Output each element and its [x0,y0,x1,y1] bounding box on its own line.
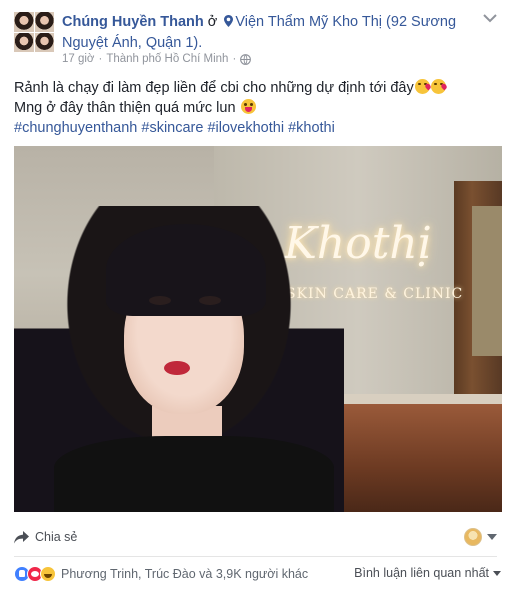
avatar-tile [14,32,34,52]
comment-sort-label: Bình luận liên quan nhất [354,566,489,580]
photo-person-bangs [106,224,266,316]
divider [14,556,497,557]
post-line-1: Rảnh là chạy đi làm đẹp liền để cbi cho … [14,78,494,98]
chevron-down-icon[interactable] [483,13,497,23]
post-hashtags[interactable]: #chunghuyenthanh #skincare #ilovekhothi … [14,118,494,138]
post-line-1-text: Rảnh là chạy đi làm đẹp liền để cbi cho … [14,80,414,96]
location-pin-icon [224,15,234,27]
post-body: Rảnh là chạy đi làm đẹp liền để cbi cho … [14,78,494,138]
photo-person-eye [199,296,221,305]
share-label: Chia sẻ [35,530,78,544]
photo-person-mouth [164,361,190,375]
avatar-tile [14,12,34,32]
facebook-post: Chúng Huyền Thanh ở Viện Thẩm Mỹ Kho Thị… [0,0,511,596]
kiss-emoji-icon [430,79,446,94]
author-avatar[interactable] [14,12,54,52]
meta-separator: · [98,53,103,65]
haha-reaction-icon [40,566,56,582]
reactions-text: Phương Trinh, Trúc Đào và 3,9K người khá… [61,567,309,581]
avatar-tile [34,12,54,32]
comment-sort-dropdown[interactable]: Bình luận liên quan nhất [354,566,501,580]
globe-icon[interactable] [240,53,252,65]
photo-person-eye [149,296,171,305]
post-photo[interactable]: Khothị SKIN CARE & CLINIC [14,146,502,512]
post-time[interactable]: 17 giờ [62,53,94,65]
post-line-2: Mng ở đây thân thiện quá mức lun [14,98,494,118]
author-name[interactable]: Chúng Huyền Thanh [62,14,204,30]
page-avatar [464,528,482,546]
kiss-emoji-icon [414,79,430,94]
share-button[interactable]: Chia sẻ [14,526,77,548]
avatar-tile [34,32,54,52]
post-line-2-text: Mng ở đây thân thiện quá mức lun [14,100,236,116]
share-icon [14,530,29,543]
reactions-summary[interactable]: Phương Trinh, Trúc Đào và 3,9K người khá… [14,566,308,582]
chevron-down-icon [487,534,497,540]
audience-selector[interactable] [464,528,497,546]
post-city[interactable]: Thành phố Hồ Chí Minh [106,53,228,65]
chevron-down-icon [493,570,501,576]
post-header: Chúng Huyền Thanh ở Viện Thẩm Mỹ Kho Thị… [62,12,472,54]
photo-person-shirt [54,436,334,512]
tongue-emoji-icon [240,99,256,114]
photo-door-panel [472,206,502,356]
post-meta: 17 giờ · Thành phố Hồ Chí Minh · [62,53,252,65]
connector-text: ở [203,14,222,30]
meta-separator: · [232,53,237,65]
